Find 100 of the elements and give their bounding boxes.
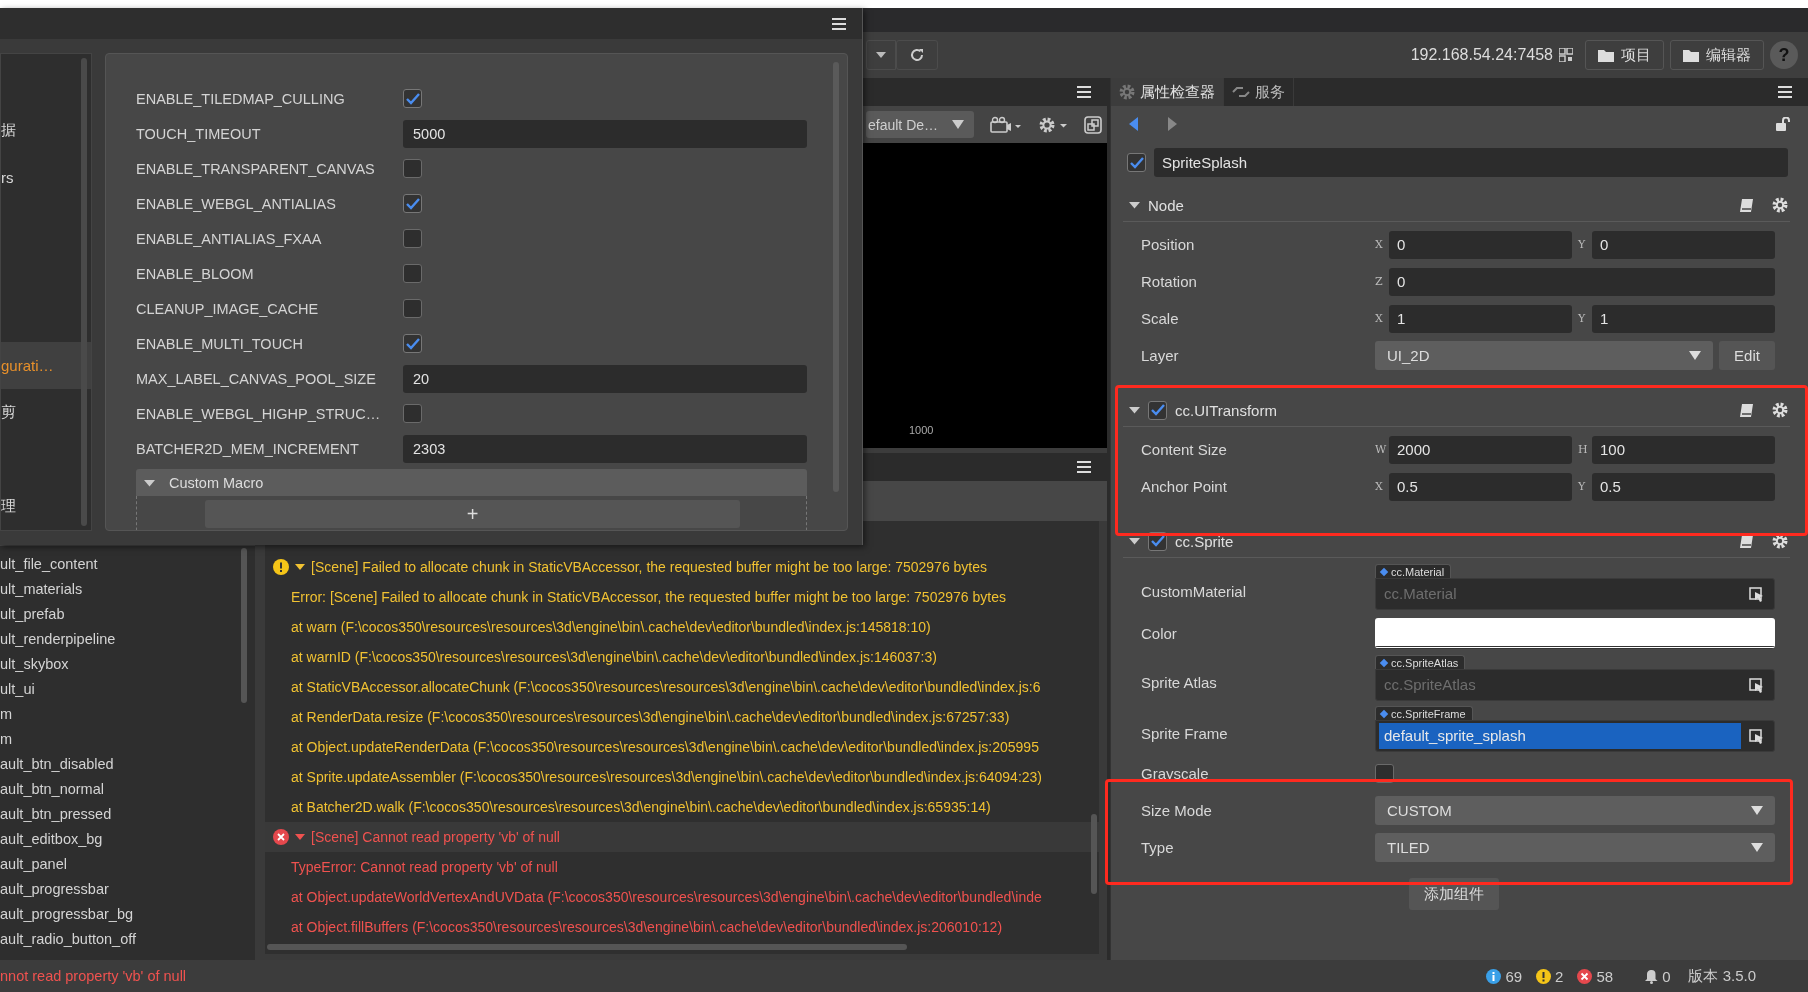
book-icon[interactable] [1739, 402, 1754, 418]
bell-icon[interactable] [1645, 968, 1659, 984]
settings-nav-item[interactable]: gurati… [1, 342, 91, 389]
ruler-label: 1000 [909, 424, 934, 436]
asset-item[interactable]: m [0, 727, 255, 752]
dropdown[interactable]: UI_2D [1375, 341, 1713, 370]
layout-icon[interactable] [1084, 115, 1103, 134]
stack-trace-line: at Object.fillBuffers (F:\cocos350\resources\resources\3d\engine\bin\.cache\dev\editor\bundled\index.js:206010:12) [290, 918, 1004, 937]
settings-icon[interactable] [1772, 533, 1788, 549]
asset-item[interactable]: ault_btn_disabled [0, 752, 255, 777]
asset-item[interactable]: ault_radio_button_off [0, 927, 255, 952]
asset-item[interactable]: ult_materials [0, 577, 255, 602]
caret-icon[interactable] [1129, 406, 1140, 414]
checkbox[interactable] [403, 229, 422, 248]
asset-item[interactable]: ault_btn_normal [0, 777, 255, 802]
info-icon[interactable] [1486, 968, 1502, 984]
checkbox[interactable] [403, 299, 422, 318]
number-field[interactable]: 1 [1592, 304, 1775, 333]
inspector-tab[interactable]: 属性检查器 [1111, 78, 1224, 106]
folder-button[interactable]: 项目 [1585, 40, 1664, 70]
settings-nav-item[interactable]: 理 [1, 483, 91, 530]
asset-item[interactable]: ult_prefab [0, 602, 255, 627]
edit-button[interactable]: Edit [1719, 341, 1775, 370]
number-field[interactable]: 1 [1389, 304, 1572, 333]
number-field[interactable]: 0 [1389, 267, 1775, 296]
caret-icon [1689, 351, 1701, 360]
checkbox[interactable] [1127, 153, 1146, 172]
stack-trace-line: at warnID (F:\cocos350\resources\resources\3d\engine\bin\.cache\dev\editor\bundled\index.js:146037:3) [290, 648, 938, 667]
settings-icon[interactable] [1772, 402, 1788, 418]
menu-icon[interactable] [1077, 86, 1091, 98]
unlock-icon[interactable] [1776, 117, 1792, 131]
checkbox[interactable] [403, 194, 422, 213]
asset-item[interactable]: m [0, 702, 255, 727]
settings-icon[interactable] [1772, 197, 1788, 213]
folder-button[interactable]: 编辑器 [1670, 40, 1764, 70]
asset-type-tag: cc.Material [1375, 564, 1452, 578]
settings-nav-item[interactable]: 剪 [1, 389, 91, 436]
menu-icon[interactable] [832, 17, 846, 30]
back-arrow-icon[interactable] [1129, 117, 1139, 131]
book-icon[interactable] [1739, 533, 1754, 549]
book-icon[interactable] [1739, 197, 1754, 213]
asset-item[interactable]: ult_ui [0, 677, 255, 702]
caret-icon[interactable] [1129, 201, 1140, 209]
asset-item[interactable]: ult_renderpipeline [0, 627, 255, 652]
log-message: [Scene] Failed to allocate chunk in StaticVBAccessor, the requested buffer might be too large: 7502976 bytes [311, 559, 988, 575]
number-field[interactable]: 2303 [403, 434, 807, 463]
asset-field[interactable]: default_sprite_splash [1379, 723, 1741, 749]
qr-code-icon[interactable] [1559, 48, 1573, 62]
status-message: nnot read property 'vb' of null [0, 968, 187, 984]
asset-item[interactable]: ult_skybox [0, 652, 255, 677]
checkbox[interactable] [403, 404, 422, 423]
number-field[interactable]: 0 [1592, 230, 1775, 259]
property-label: Scale [1141, 310, 1180, 327]
inspector-tab[interactable]: 服务 [1224, 78, 1294, 106]
option-label: ENABLE_TRANSPARENT_CANVAS [136, 160, 376, 177]
number-field[interactable]: 2000 [1389, 435, 1572, 464]
asset-item[interactable]: ault_editbox_bg [0, 827, 255, 852]
number-field[interactable]: 0.5 [1592, 472, 1775, 501]
caret-icon[interactable] [295, 563, 305, 571]
refresh-icon[interactable] [896, 40, 938, 70]
asset-picker-icon[interactable] [1749, 586, 1764, 602]
asset-item[interactable]: ault_progressbar [0, 877, 255, 902]
dropdown[interactable]: CUSTOM [1375, 796, 1775, 825]
asset-item[interactable]: ault_progressbar_bg [0, 902, 255, 927]
caret-icon[interactable] [1129, 537, 1140, 545]
node-name-field[interactable]: SpriteSplash [1154, 148, 1788, 177]
asset-item[interactable]: ault_panel [0, 852, 255, 877]
asset-item[interactable]: ault_btn_pressed [0, 802, 255, 827]
number-field[interactable]: 0 [1389, 230, 1572, 259]
number-field[interactable]: 5000 [403, 119, 807, 148]
number-field[interactable]: 100 [1592, 435, 1775, 464]
forward-arrow-icon[interactable] [1167, 117, 1177, 131]
dropdown[interactable]: TILED [1375, 833, 1775, 862]
caret-icon[interactable] [295, 833, 305, 841]
settings-nav-item[interactable]: rs [1, 154, 91, 201]
color-swatch[interactable] [1375, 617, 1775, 649]
checkbox[interactable] [1148, 400, 1167, 420]
number-field[interactable]: 0.5 [1389, 472, 1572, 501]
checkbox[interactable] [403, 159, 422, 178]
menu-icon[interactable] [1778, 86, 1792, 98]
dropdown-caret-icon[interactable] [866, 40, 896, 70]
option-label: ENABLE_WEBGL_ANTIALIAS [136, 195, 337, 212]
add-macro-button[interactable]: + [205, 500, 740, 528]
number-field[interactable]: 20 [403, 364, 807, 393]
checkbox[interactable] [403, 334, 422, 353]
warning-icon[interactable] [1536, 968, 1552, 984]
asset-picker-icon[interactable] [1749, 728, 1764, 744]
checkbox[interactable] [403, 264, 422, 283]
option-label: BATCHER2D_MEM_INCREMENT [136, 440, 360, 457]
caret-icon [144, 478, 155, 487]
error-icon[interactable] [1577, 968, 1593, 984]
camera-icon[interactable] [990, 115, 1023, 134]
caret-icon [1751, 843, 1763, 852]
camera-dropdown[interactable]: efault De… [866, 111, 975, 138]
asset-picker-icon[interactable] [1749, 677, 1764, 693]
settings-nav-item[interactable]: 据 [1, 107, 91, 154]
asset-item[interactable]: ult_file_content [0, 552, 255, 577]
checkbox[interactable] [403, 89, 422, 108]
custom-macro-header[interactable]: Custom Macro [136, 469, 807, 496]
menu-icon[interactable] [1077, 461, 1091, 473]
